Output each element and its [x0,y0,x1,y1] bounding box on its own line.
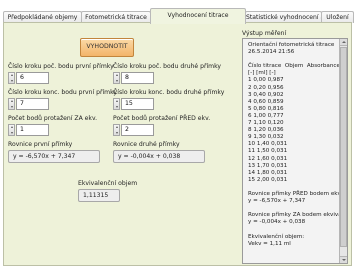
second-line-points-value[interactable]: 2 [121,124,154,136]
stepper-arrows-icon[interactable] [113,72,120,84]
output-line: 10 1,40 0,031 [248,141,288,148]
output-label: Výstup měření [242,30,287,37]
output-line: 26.5.2014 21:56 [248,49,295,56]
evaluate-button[interactable]: VYHODNOTIT [80,38,134,57]
output-line: 11 1,50 0,031 [248,148,288,155]
second-line-end-value[interactable]: 15 [121,98,154,110]
scroll-up-icon[interactable] [340,39,347,46]
output-line: 7 1,10 0,120 [248,120,284,127]
output-scrollbar[interactable] [339,39,347,263]
output-line: 2 0,20 0,956 [248,84,284,91]
output-line: 1 0,00 0,987 [248,77,284,84]
second-line-start-label: Číslo kroku poč. bodu druhé přímky [113,63,222,70]
first-line-equation-field: y = -6,570x + 7,347 [8,150,100,163]
output-line: y = -6,570x + 7,347 [248,198,306,205]
output-line: 5 0,80 0,816 [248,105,284,112]
first-line-end-label: Číslo kroku konc. bodu první přímky [8,89,118,96]
output-text: Orientační fotometrická titrace 26.5.2014… [248,42,348,248]
second-line-end-stepper[interactable]: 15 [113,98,154,111]
first-line-points-label: Počet bodů protažení ZA ekv. [8,115,98,122]
first-line-points-value[interactable]: 1 [16,124,49,136]
first-line-start-value[interactable]: 6 [16,72,49,84]
equivalence-volume-field: 1,11315 [78,189,120,202]
output-line: Číslo titrace Objem Absorbance [248,63,340,70]
second-line-start-value[interactable]: 8 [121,72,154,84]
output-line: 4 0,60 0,859 [248,98,284,105]
stepper-arrows-icon[interactable] [8,124,15,136]
output-line: 9 1,30 0,032 [248,134,284,141]
output-line: Rovnice přímky PŘED bodem ekvivalence: [248,190,347,197]
second-line-points-label: Počet bodů protažení PŘED ekv. [113,115,211,122]
output-line: 15 2,00 0,031 [248,176,288,183]
second-line-start-stepper[interactable]: 8 [113,72,154,85]
second-line-equation-label: Rovnice druhé přímky [113,141,180,148]
output-textarea[interactable]: Orientační fotometrická titrace 26.5.2014… [242,38,348,264]
first-line-end-value[interactable]: 7 [16,98,49,110]
output-line: 13 1,70 0,031 [248,162,288,169]
second-line-end-label: Číslo kroku konc. bodu druhé přímky [113,89,225,96]
output-line: Vekv = 1,11 ml [248,240,291,247]
output-line: y = -0,004x + 0,038 [248,219,306,226]
output-line: 6 1,00 0,777 [248,112,284,119]
second-line-points-stepper[interactable]: 2 [113,124,154,137]
output-line: [-] [ml] [-] [248,70,276,77]
first-line-equation-label: Rovnice první přímky [8,141,73,148]
scroll-thumb[interactable] [340,47,347,247]
output-line: Ekvivalenční objem: [248,233,305,240]
equivalence-volume-label: Ekvivalenční objem [78,180,138,187]
stepper-arrows-icon[interactable] [113,124,120,136]
output-line: 14 1,80 0,031 [248,169,288,176]
stepper-arrows-icon[interactable] [113,98,120,110]
first-line-start-label: Číslo kroku poč. bodu první přímky [8,63,114,70]
tab-vyhodnoceni-titrace[interactable]: Vyhodnocení titrace [150,8,246,24]
stepper-arrows-icon[interactable] [8,72,15,84]
output-line: 3 0,40 0,902 [248,91,284,98]
tab-bar: Předpokládané objemy Fotometrická titrac… [3,8,355,24]
first-line-end-stepper[interactable]: 7 [8,98,49,111]
output-line: Orientační fotometrická titrace [248,42,335,48]
first-line-start-stepper[interactable]: 6 [8,72,49,85]
scroll-down-icon[interactable] [340,256,347,263]
second-line-equation-field: y = -0,004x + 0,038 [113,150,205,163]
output-line: 8 1,20 0,036 [248,127,284,134]
first-line-points-stepper[interactable]: 1 [8,124,49,137]
output-line: 12 1,60 0,031 [248,155,288,162]
stepper-arrows-icon[interactable] [8,98,15,110]
output-line: Rovnice přímky ZA bodem ekvivalence: [248,212,348,219]
